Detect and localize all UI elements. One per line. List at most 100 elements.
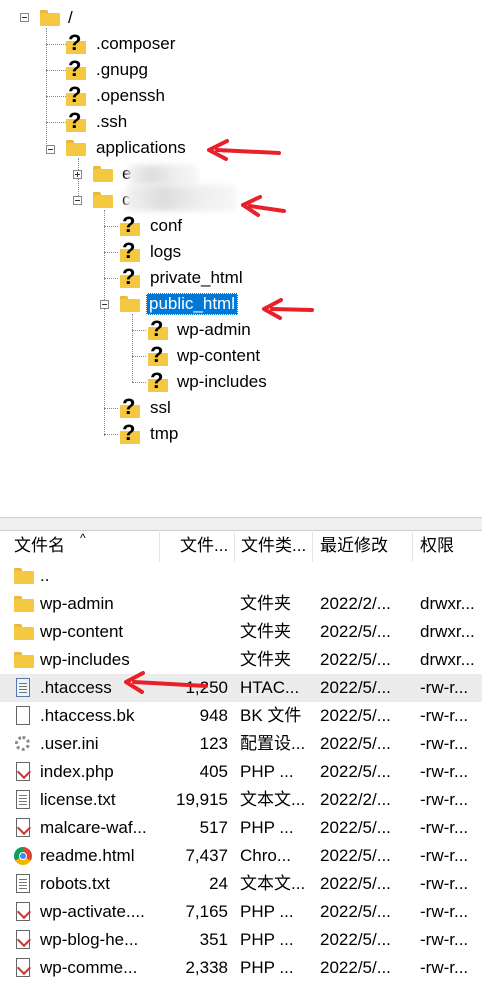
file-modified: 2022/5/...	[320, 734, 391, 753]
tree-connector	[104, 252, 118, 253]
column-header-permissions[interactable]: 权限	[413, 530, 482, 562]
tree-connector	[46, 122, 66, 123]
tree-item-tmp[interactable]: tmp	[150, 424, 178, 444]
text-file-icon	[16, 874, 30, 893]
unknown-folder-icon: ?	[66, 58, 86, 81]
tree-item-ssl[interactable]: ssl	[150, 398, 171, 418]
tree-connector	[104, 434, 118, 435]
file-modified: 2022/5/...	[320, 762, 391, 781]
file-row[interactable]: wp-blog-he... 351 PHP ... 2022/5/... -rw-r..…	[0, 926, 482, 954]
file-row[interactable]: readme.html 7,437 Chro... 2022/5/... -rw-r..…	[0, 842, 482, 870]
file-row[interactable]: wp-comme... 2,338 PHP ... 2022/5/... -rw-r..…	[0, 954, 482, 982]
text-file-icon	[16, 790, 30, 809]
tree-item-public-html[interactable]: public_html	[146, 293, 238, 315]
blank-file-icon	[16, 706, 30, 725]
tree-item-wp-includes[interactable]: wp-includes	[177, 372, 267, 392]
chrome-file-icon	[14, 847, 32, 865]
file-type: PHP ...	[240, 762, 294, 781]
unknown-folder-icon: ?	[66, 84, 86, 107]
file-modified: 2022/2/...	[320, 790, 391, 809]
tree-item-ssh[interactable]: .ssh	[96, 112, 127, 132]
file-modified: 2022/5/...	[320, 846, 391, 865]
file-permissions: -rw-r...	[420, 706, 469, 725]
file-row[interactable]: license.txt 19,915 文本文... 2022/2/... -rw-r..…	[0, 786, 482, 814]
unknown-folder-icon: ?	[120, 266, 140, 289]
tree-item-wp-admin[interactable]: wp-admin	[177, 320, 251, 340]
tree-connector	[46, 28, 47, 150]
file-row[interactable]: robots.txt 24 文本文... 2022/5/... -rw-r...	[0, 870, 482, 898]
file-permissions: -rw-r...	[420, 874, 469, 893]
file-modified: 2022/2/...	[320, 594, 391, 613]
file-row[interactable]: ..	[0, 562, 482, 590]
tree-connector	[104, 210, 105, 436]
file-permissions: -rw-r...	[420, 678, 469, 697]
file-row[interactable]: wp-admin 文件夹 2022/2/... drwxr...	[0, 590, 482, 618]
file-row[interactable]: malcare-waf... 517 PHP ... 2022/5/... -rw-r.…	[0, 814, 482, 842]
tree-item-conf[interactable]: conf	[150, 216, 182, 236]
file-permissions: -rw-r...	[420, 930, 469, 949]
file-row[interactable]: .htaccess 1,250 HTAC... 2022/5/... -rw-r...	[0, 674, 482, 702]
settings-file-icon	[15, 736, 30, 751]
folder-icon	[40, 10, 60, 26]
file-type: PHP ...	[240, 902, 294, 921]
tree-connector	[132, 314, 133, 382]
file-row[interactable]: wp-content 文件夹 2022/5/... drwxr...	[0, 618, 482, 646]
file-modified: 2022/5/...	[320, 874, 391, 893]
file-modified: 2022/5/...	[320, 706, 391, 725]
collapse-applications-button[interactable]	[46, 145, 55, 154]
expand-app-button[interactable]	[73, 170, 82, 179]
folder-icon	[14, 596, 34, 612]
file-name: index.php	[40, 762, 114, 781]
tree-item-gnupg[interactable]: .gnupg	[96, 60, 148, 80]
file-row[interactable]: wp-activate.... 7,165 PHP ... 2022/5/... -rw…	[0, 898, 482, 926]
file-name: .htaccess.bk	[40, 706, 135, 725]
tree-item-openssh[interactable]: .openssh	[96, 86, 165, 106]
column-header-name[interactable]: 文件名 ^	[0, 530, 160, 562]
file-row[interactable]: .htaccess.bk 948 BK 文件 2022/5/... -rw-r...	[0, 702, 482, 730]
file-permissions: -rw-r...	[420, 762, 469, 781]
tree-item-logs[interactable]: logs	[150, 242, 181, 262]
file-type: 文件夹	[240, 594, 291, 613]
file-name: wp-activate....	[40, 902, 145, 921]
column-header-type[interactable]: 文件类...	[235, 530, 313, 562]
red-arrow-icon	[241, 195, 286, 217]
file-name: ..	[40, 566, 50, 585]
column-header-size[interactable]: 文件...	[160, 530, 235, 562]
collapse-public-html-button[interactable]	[100, 300, 109, 309]
file-permissions: drwxr...	[420, 594, 475, 613]
tree-item-wp-content[interactable]: wp-content	[177, 346, 260, 366]
file-permissions: -rw-r...	[420, 734, 469, 753]
file-name: malcare-waf...	[40, 818, 147, 837]
file-size: 2,338	[185, 958, 228, 977]
tree-item-composer[interactable]: .composer	[96, 34, 175, 54]
red-arrow-icon	[262, 298, 314, 320]
file-size: 517	[199, 818, 228, 837]
file-row[interactable]: wp-includes 文件夹 2022/5/... drwxr...	[0, 646, 482, 674]
tree-item-applications[interactable]: applications	[96, 138, 186, 158]
file-type: 配置设...	[240, 734, 306, 753]
file-name: wp-blog-he...	[40, 930, 139, 949]
file-size: 7,165	[185, 902, 228, 921]
unknown-folder-icon: ?	[66, 32, 86, 55]
file-type: PHP ...	[240, 958, 294, 977]
panel-splitter[interactable]	[0, 517, 482, 531]
php-file-icon	[16, 762, 30, 781]
column-header-modified[interactable]: 最近修改	[313, 530, 413, 562]
tree-item-private-html[interactable]: private_html	[150, 268, 243, 288]
file-name: wp-comme...	[40, 958, 138, 977]
file-size: 19,915	[176, 790, 228, 809]
file-type: Chro...	[240, 846, 292, 865]
file-modified: 2022/5/...	[320, 818, 391, 837]
collapse-app-button[interactable]	[73, 196, 82, 205]
collapse-root-button[interactable]	[20, 13, 29, 22]
unknown-folder-icon: ?	[120, 396, 140, 419]
file-name: .user.ini	[40, 734, 99, 753]
file-row[interactable]: index.php 405 PHP ... 2022/5/... -rw-r...	[0, 758, 482, 786]
file-modified: 2022/5/...	[320, 622, 391, 641]
unknown-folder-icon: ?	[120, 422, 140, 445]
folder-icon	[14, 652, 34, 668]
unknown-folder-icon: ?	[120, 240, 140, 263]
file-modified: 2022/5/...	[320, 902, 391, 921]
tree-item-root[interactable]: /	[68, 8, 73, 28]
file-row[interactable]: .user.ini 123 配置设... 2022/5/... -rw-r...	[0, 730, 482, 758]
